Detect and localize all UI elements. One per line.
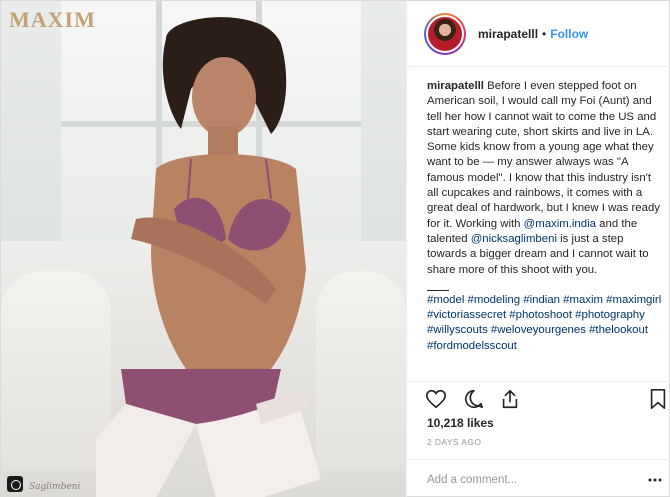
avatar[interactable] bbox=[426, 14, 464, 53]
post-caption: mirapatelll Before I even stepped foot o… bbox=[427, 79, 665, 354]
more-options-icon[interactable] bbox=[648, 478, 662, 482]
header-username[interactable]: mirapatelll bbox=[478, 27, 538, 41]
story-ring[interactable] bbox=[424, 12, 466, 55]
photo-model-figure bbox=[96, 9, 356, 497]
post-side-panel: mirapatelll • Follow mirapatelll Before … bbox=[406, 1, 670, 497]
instagram-icon bbox=[7, 476, 23, 492]
instagram-post: MAXIM Saglimbeni mirapatelll • Follow mi… bbox=[0, 0, 670, 497]
caption-divider bbox=[427, 278, 449, 291]
mention-nicksaglimbeni[interactable]: @nicksaglimbeni bbox=[471, 233, 557, 245]
comment-icon[interactable] bbox=[463, 388, 485, 410]
photographer-signature: Saglimbeni bbox=[29, 482, 81, 492]
follow-button[interactable]: Follow bbox=[550, 27, 588, 41]
post-header: mirapatelll • Follow bbox=[407, 1, 670, 67]
bookmark-icon[interactable] bbox=[647, 388, 669, 410]
post-timestamp[interactable]: 2 DAYS AGO bbox=[427, 437, 481, 447]
caption-text-1: Before I even stepped foot on American s… bbox=[427, 80, 660, 230]
add-comment-input[interactable] bbox=[427, 471, 647, 489]
caption-hashtags[interactable]: #model #modeling #indian #maxim #maximgi… bbox=[427, 294, 661, 352]
caption-username[interactable]: mirapatelll bbox=[427, 80, 484, 92]
photo-couch-arm-left bbox=[1, 271, 111, 471]
header-separator: • bbox=[542, 26, 547, 41]
share-icon[interactable] bbox=[499, 388, 521, 410]
brand-logo: MAXIM bbox=[9, 7, 96, 32]
comment-section bbox=[407, 459, 670, 497]
post-photo[interactable]: MAXIM Saglimbeni bbox=[1, 1, 406, 497]
heart-icon[interactable] bbox=[425, 388, 447, 410]
like-count[interactable]: 10,218 likes bbox=[427, 416, 494, 430]
post-actions bbox=[407, 381, 670, 413]
mention-maxim-india[interactable]: @maxim.india bbox=[524, 218, 596, 230]
